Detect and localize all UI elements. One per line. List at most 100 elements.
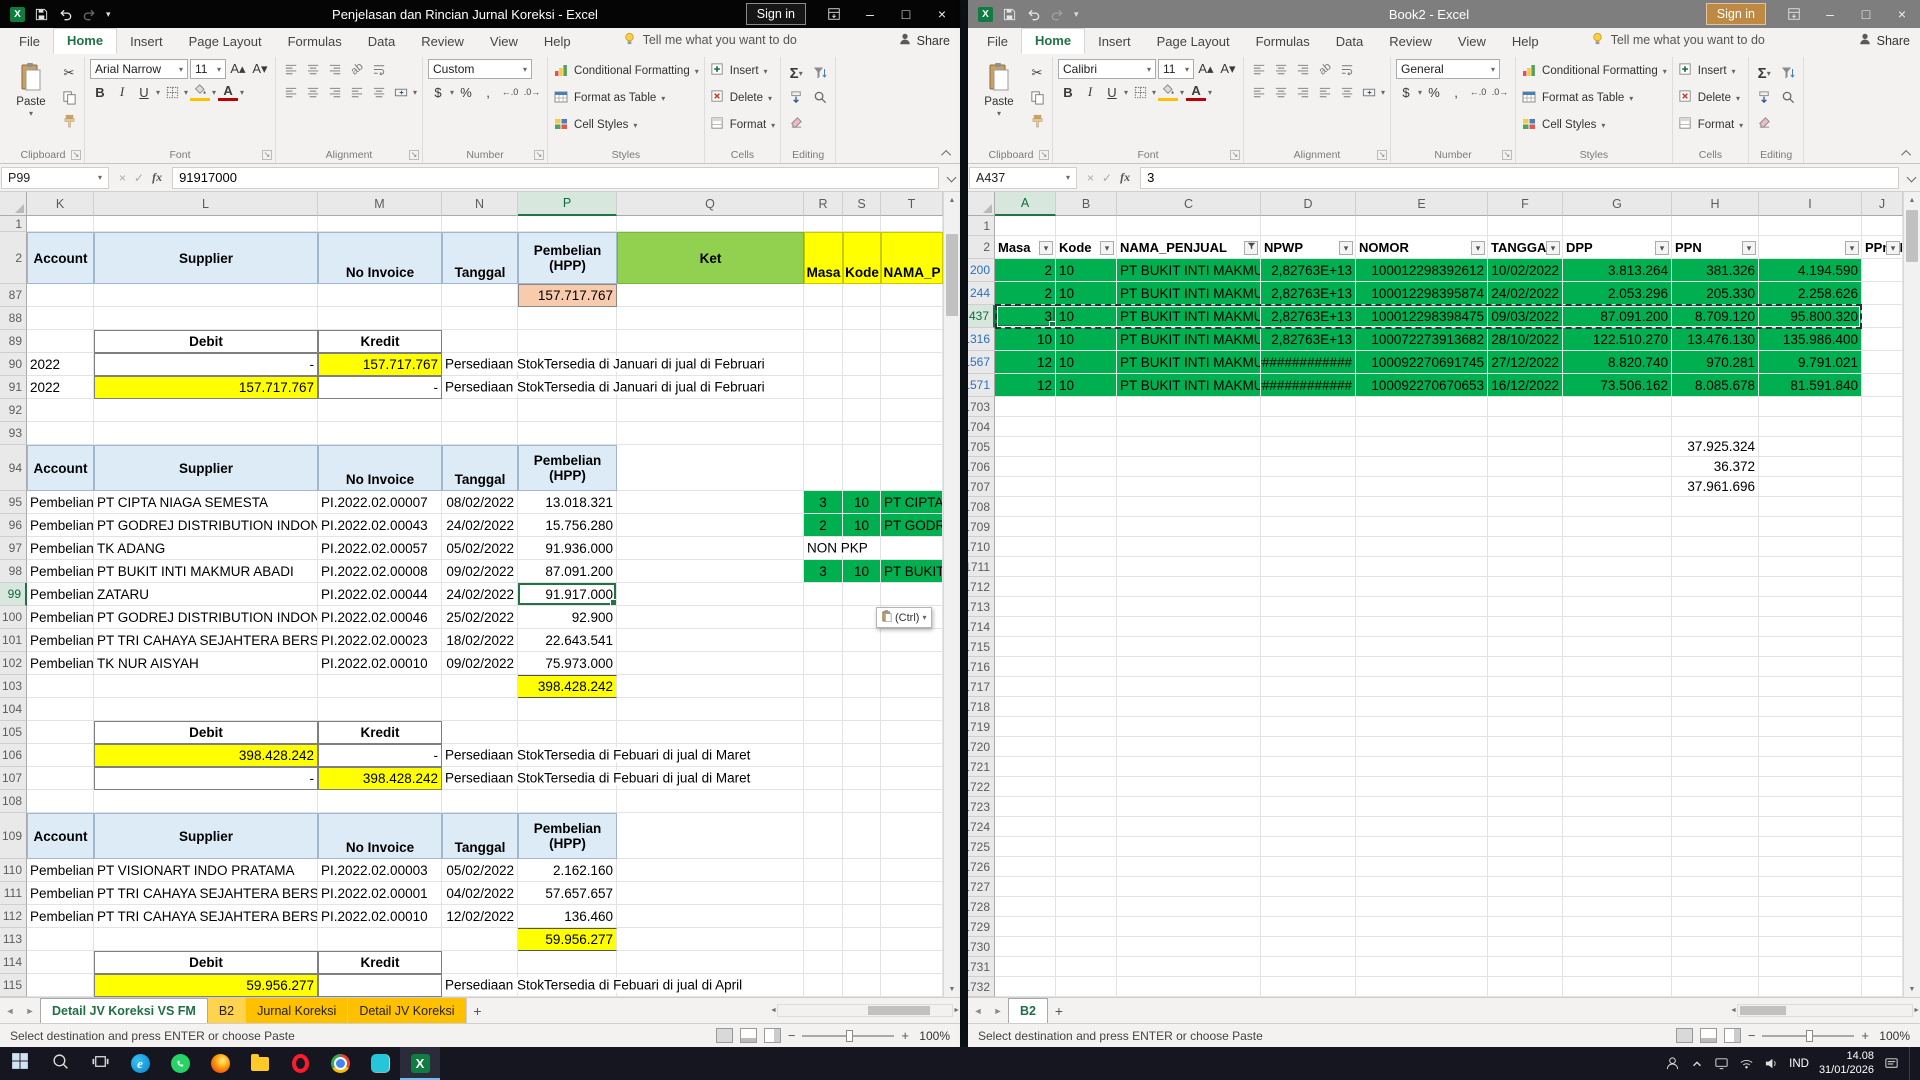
- cell-F1723[interactable]: [1488, 797, 1563, 817]
- cell-F1704[interactable]: [1488, 417, 1563, 437]
- number-dialog-launcher[interactable]: ↘: [1502, 150, 1512, 160]
- cell-I1714[interactable]: [1759, 617, 1862, 637]
- cell-G1705[interactable]: [1563, 437, 1672, 457]
- cell-Q99[interactable]: [617, 583, 804, 606]
- row-header-1721[interactable]: 1721: [968, 757, 995, 777]
- cell-Q96[interactable]: [617, 514, 804, 537]
- cell-H1704[interactable]: [1672, 417, 1759, 437]
- cell-B1727[interactable]: [1056, 877, 1117, 897]
- cell-J1708[interactable]: [1862, 497, 1903, 517]
- cell-G1725[interactable]: [1563, 837, 1672, 857]
- row-header-1710[interactable]: 1710: [968, 537, 995, 557]
- sheet-tab-detail-jv-koreksi-vs-fm[interactable]: Detail JV Koreksi VS FM: [40, 998, 208, 1023]
- column-header-B[interactable]: B: [1056, 192, 1117, 216]
- page-layout-view-button[interactable]: [1700, 1028, 1717, 1043]
- zoom-in-button[interactable]: +: [1861, 1028, 1869, 1043]
- cell-A1712[interactable]: [995, 577, 1056, 597]
- cell-F1721[interactable]: [1488, 757, 1563, 777]
- cell-M106[interactable]: -: [318, 744, 442, 767]
- cell-S89[interactable]: [843, 330, 881, 353]
- row-header-106[interactable]: 106: [0, 744, 27, 767]
- cell-D244[interactable]: 2,82763E+13: [1261, 282, 1356, 305]
- cell-S110[interactable]: [843, 859, 881, 882]
- cell-G1316[interactable]: 122.510.270: [1563, 328, 1672, 351]
- cell-H1705[interactable]: 37.925.324: [1672, 437, 1759, 457]
- cell-S94[interactable]: [843, 445, 881, 491]
- cell-D200[interactable]: 2,82763E+13: [1261, 259, 1356, 282]
- cell-J1718[interactable]: [1862, 697, 1903, 717]
- cell-P111[interactable]: 57.657.657: [518, 882, 617, 905]
- ribbon-tab-formulas[interactable]: Formulas: [1243, 30, 1323, 54]
- cell-E1713[interactable]: [1356, 597, 1488, 617]
- cell-B1719[interactable]: [1056, 717, 1117, 737]
- cell-H1721[interactable]: [1672, 757, 1759, 777]
- row-header-1717[interactable]: 1717: [968, 677, 995, 697]
- cell-K87[interactable]: [27, 284, 94, 307]
- cell-M90[interactable]: 157.717.767: [318, 353, 442, 376]
- collapse-ribbon-button[interactable]: [940, 147, 954, 159]
- ribbon-tab-insert[interactable]: Insert: [1085, 30, 1144, 54]
- cell-R2[interactable]: Masa: [804, 232, 843, 284]
- cell-K111[interactable]: Pembelian: [27, 882, 94, 905]
- borders-button[interactable]: [1130, 82, 1150, 102]
- normal-view-button[interactable]: [716, 1028, 733, 1043]
- cell-L113[interactable]: [94, 928, 318, 951]
- cell-L90[interactable]: -: [94, 353, 318, 376]
- cell-Q93[interactable]: [617, 422, 804, 445]
- cell-F1712[interactable]: [1488, 577, 1563, 597]
- cell-P110[interactable]: 2.162.160: [518, 859, 617, 882]
- cell-C1706[interactable]: [1117, 457, 1261, 477]
- cell-T87[interactable]: [881, 284, 943, 307]
- cell-L91[interactable]: 157.717.767: [94, 376, 318, 399]
- excel-button[interactable]: X: [400, 1047, 440, 1080]
- cell-I2[interactable]: ▾: [1759, 236, 1862, 259]
- cell-T107[interactable]: [881, 767, 943, 790]
- cell-B1716[interactable]: [1056, 657, 1117, 677]
- cell-Q112[interactable]: [617, 905, 804, 928]
- row-header-96[interactable]: 96: [0, 514, 27, 537]
- cell-K92[interactable]: [27, 399, 94, 422]
- increase-indent-button[interactable]: [1337, 82, 1357, 102]
- scroll-down-arrow[interactable]: ▼: [944, 981, 960, 997]
- cell-I1720[interactable]: [1759, 737, 1862, 757]
- cell-G1727[interactable]: [1563, 877, 1672, 897]
- cell-M104[interactable]: [318, 698, 442, 721]
- cell-G1721[interactable]: [1563, 757, 1672, 777]
- cell-T97[interactable]: [881, 537, 943, 560]
- page-break-view-button[interactable]: [1724, 1028, 1741, 1043]
- zoom-slider[interactable]: [1762, 1035, 1854, 1037]
- cell-E1732[interactable]: [1356, 977, 1488, 997]
- cell-R99[interactable]: [804, 583, 843, 606]
- cell-T92[interactable]: [881, 399, 943, 422]
- cell-S111[interactable]: [843, 882, 881, 905]
- cell-T88[interactable]: [881, 307, 943, 330]
- cell-D1719[interactable]: [1261, 717, 1356, 737]
- cell-C1705[interactable]: [1117, 437, 1261, 457]
- cell-S104[interactable]: [843, 698, 881, 721]
- cell-B1720[interactable]: [1056, 737, 1117, 757]
- cell-M100[interactable]: PI.2022.02.00046: [318, 606, 442, 629]
- font-color-button[interactable]: A: [1186, 84, 1206, 101]
- cell-E200[interactable]: 100012298392612: [1356, 259, 1488, 282]
- cell-B1715[interactable]: [1056, 637, 1117, 657]
- zoom-out-button[interactable]: −: [1748, 1028, 1756, 1043]
- vertical-scrollbar-thumb[interactable]: [1906, 210, 1918, 262]
- cell-D1708[interactable]: [1261, 497, 1356, 517]
- row-header-1716[interactable]: 1716: [968, 657, 995, 677]
- cell-A1715[interactable]: [995, 637, 1056, 657]
- cell-F1716[interactable]: [1488, 657, 1563, 677]
- cell-N95[interactable]: 08/02/2022: [442, 491, 518, 514]
- cell-I1[interactable]: [1759, 216, 1862, 236]
- formula-input[interactable]: 3: [1140, 167, 1899, 189]
- cell-K105[interactable]: [27, 721, 94, 744]
- cell-K104[interactable]: [27, 698, 94, 721]
- clipboard-dialog-launcher[interactable]: ↘: [71, 150, 81, 160]
- cell-J1711[interactable]: [1862, 557, 1903, 577]
- column-header-Q[interactable]: Q: [617, 192, 804, 216]
- row-header-1731[interactable]: 1731: [968, 957, 995, 977]
- number-dialog-launcher[interactable]: ↘: [534, 150, 544, 160]
- cell-J1717[interactable]: [1862, 677, 1903, 697]
- cell-I1721[interactable]: [1759, 757, 1862, 777]
- chrome-button[interactable]: [320, 1047, 360, 1080]
- cell-C1715[interactable]: [1117, 637, 1261, 657]
